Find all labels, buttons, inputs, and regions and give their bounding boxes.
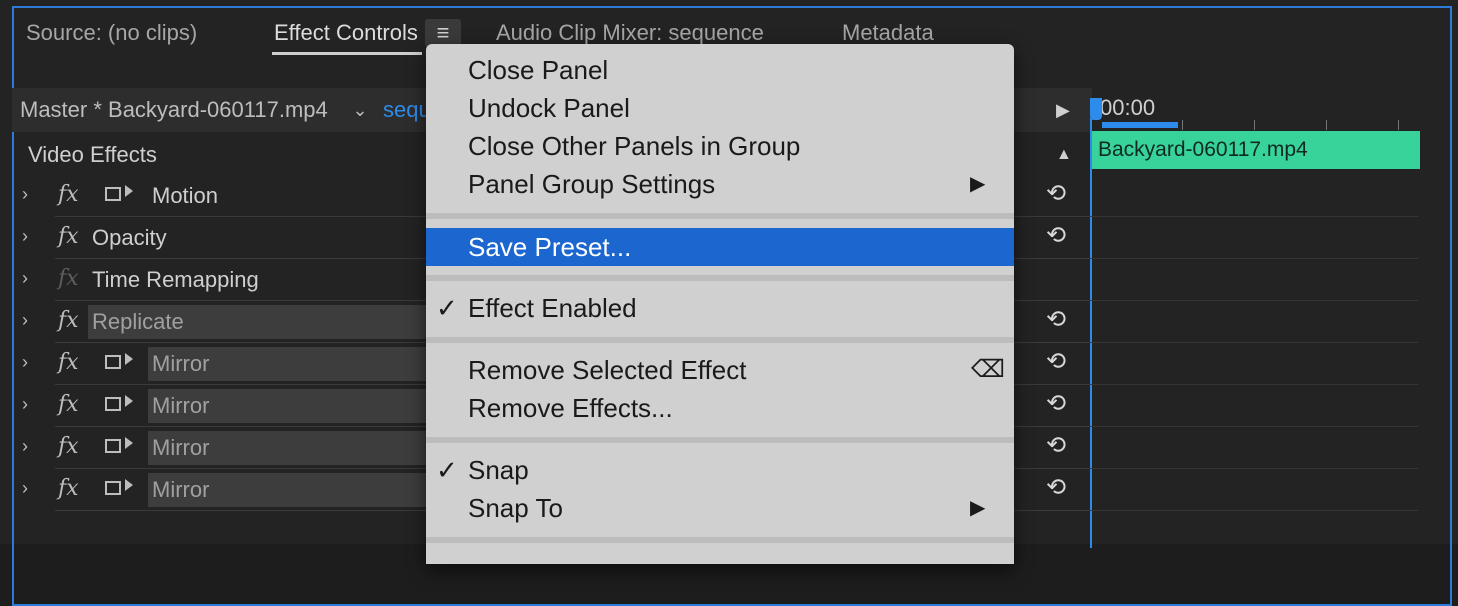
active-tab-underline <box>272 52 422 55</box>
tab-effect-controls[interactable]: Effect Controls <box>274 18 418 48</box>
menu-item-close-other-panels[interactable]: Close Other Panels in Group <box>426 127 1014 165</box>
chevron-right-icon[interactable]: › <box>22 180 28 208</box>
menu-separator <box>426 337 1014 343</box>
menu-item-snap[interactable]: ✓ Snap <box>426 451 1014 489</box>
timecode-label: 00:00 <box>1100 95 1156 120</box>
menu-item-undock-panel[interactable]: Undock Panel <box>426 89 1014 127</box>
fx-toggle-icon[interactable]: fx <box>58 391 79 419</box>
menu-item-save-preset[interactable]: Save Preset... <box>426 228 1014 266</box>
timeline-row-divider <box>1092 342 1418 343</box>
chevron-right-icon[interactable]: › <box>22 474 28 502</box>
checkmark-icon: ✓ <box>436 455 458 485</box>
reset-icon[interactable]: ⟲ <box>1046 390 1066 418</box>
reset-icon[interactable]: ⟲ <box>1046 180 1066 208</box>
master-clip-label[interactable]: Master * Backyard-060117.mp4 <box>20 96 328 124</box>
chevron-down-icon[interactable]: ⌄ <box>345 96 375 124</box>
effect-name[interactable]: Mirror <box>148 389 426 423</box>
effect-name[interactable]: Opacity <box>88 221 418 255</box>
timeline-row-divider <box>1092 426 1418 427</box>
delete-key-icon: ⌫ <box>971 356 1005 383</box>
timeline-row-divider <box>1092 468 1418 469</box>
collapse-up-icon[interactable]: ▲ <box>1056 142 1072 168</box>
effect-name[interactable]: Mirror <box>148 347 426 381</box>
timeline-row-divider <box>1092 510 1418 511</box>
checkmark-icon: ✓ <box>436 293 458 323</box>
menu-item-panel-group-settings[interactable]: Panel Group Settings ▶ <box>426 165 1014 203</box>
menu-item-snap-to[interactable]: Snap To ▶ <box>426 489 1014 527</box>
fx-toggle-icon[interactable]: fx <box>58 265 79 293</box>
effect-name[interactable]: Time Remapping <box>88 263 418 297</box>
menu-item-close-panel[interactable]: Close Panel <box>426 51 1014 89</box>
play-only-clip-icon[interactable]: ▶ <box>1056 96 1070 124</box>
work-area-bar[interactable] <box>1102 122 1178 128</box>
menu-separator <box>426 213 1014 219</box>
submenu-arrow-icon: ▶ <box>970 497 986 519</box>
chevron-right-icon[interactable]: › <box>22 348 28 376</box>
menu-item-effect-enabled[interactable]: ✓ Effect Enabled <box>426 289 1014 327</box>
reset-icon[interactable]: ⟲ <box>1046 474 1066 502</box>
timeline-row-divider <box>1092 216 1418 217</box>
reset-icon[interactable]: ⟲ <box>1046 348 1066 376</box>
menu-item-remove-effects[interactable]: Remove Effects... <box>426 389 1014 427</box>
chevron-right-icon[interactable]: › <box>22 432 28 460</box>
effect-controls-panel: Source: (no clips) Effect Controls ≡ Aud… <box>0 0 1458 606</box>
transform-icon[interactable] <box>103 183 137 207</box>
chevron-right-icon[interactable]: › <box>22 264 28 292</box>
effect-name[interactable]: Replicate <box>88 305 426 339</box>
fx-toggle-icon[interactable]: fx <box>58 307 79 335</box>
panel-menu-button[interactable]: ≡ <box>425 19 461 47</box>
tab-source[interactable]: Source: (no clips) <box>26 18 197 48</box>
fx-toggle-icon[interactable]: fx <box>58 223 79 251</box>
fx-toggle-icon[interactable]: fx <box>58 349 79 377</box>
panel-context-menu: Close Panel Undock Panel Close Other Pan… <box>426 44 1014 564</box>
transform-icon[interactable] <box>103 351 137 375</box>
fx-toggle-icon[interactable]: fx <box>58 181 79 209</box>
fx-toggle-icon[interactable]: fx <box>58 475 79 503</box>
effect-name[interactable]: Mirror <box>148 473 426 507</box>
reset-icon[interactable]: ⟲ <box>1046 432 1066 460</box>
menu-item-remove-selected-effect[interactable]: Remove Selected Effect ⌫ <box>426 351 1014 389</box>
chevron-right-icon[interactable]: › <box>22 390 28 418</box>
playhead-handle[interactable] <box>1090 98 1102 120</box>
fx-toggle-icon[interactable]: fx <box>58 433 79 461</box>
transform-icon[interactable] <box>103 393 137 417</box>
effect-name[interactable]: Mirror <box>148 431 426 465</box>
menu-separator <box>426 437 1014 443</box>
reset-icon[interactable]: ⟲ <box>1046 306 1066 334</box>
reset-icon[interactable]: ⟲ <box>1046 222 1066 250</box>
timeline-clip[interactable]: Backyard-060117.mp4 <box>1092 131 1420 169</box>
menu-separator <box>426 537 1014 543</box>
submenu-arrow-icon: ▶ <box>970 173 986 195</box>
timeline-row-divider <box>1092 384 1418 385</box>
transform-icon[interactable] <box>103 477 137 501</box>
transform-icon[interactable] <box>103 435 137 459</box>
video-effects-heading: Video Effects <box>28 142 157 167</box>
chevron-right-icon[interactable]: › <box>22 306 28 334</box>
sequence-link[interactable]: sequ <box>383 96 431 124</box>
timeline-row-divider <box>1092 300 1418 301</box>
menu-separator <box>426 275 1014 281</box>
hamburger-icon: ≡ <box>436 20 450 45</box>
timeline-row-divider <box>1092 258 1418 259</box>
chevron-right-icon[interactable]: › <box>22 222 28 250</box>
